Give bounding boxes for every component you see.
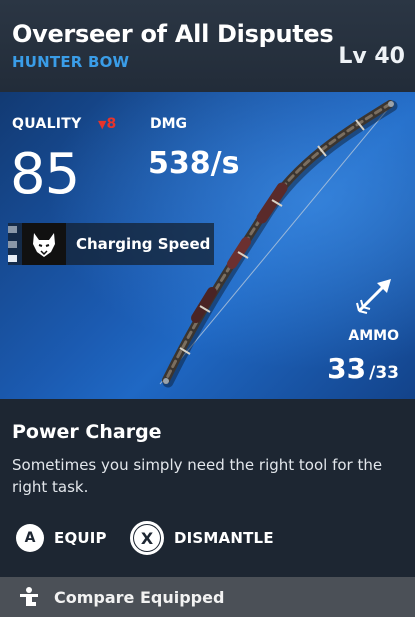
dmg-label: DMG	[150, 116, 188, 132]
perk-level-pip	[8, 226, 17, 233]
item-level: Lv 40	[338, 44, 405, 69]
equip-button[interactable]: A EQUIP	[16, 522, 107, 554]
perk-row[interactable]: Charging Speed	[8, 223, 214, 265]
ability-panel: Power Charge Sometimes you simply need t…	[0, 399, 415, 577]
dmg-value: 538/s	[148, 146, 240, 181]
compare-equipped-label: Compare Equipped	[54, 587, 225, 607]
dismantle-button[interactable]: X DISMANTLE	[130, 521, 274, 555]
item-hero-panel: QUALITY ▼8 85 DMG 538/s Charging Speed A…	[0, 92, 415, 399]
quality-label: QUALITY	[12, 116, 82, 132]
wolf-head-icon	[22, 223, 66, 265]
perk-level-bars	[8, 226, 18, 262]
arrow-icon	[356, 279, 391, 314]
compare-figure-icon	[20, 587, 38, 606]
ammo-count: 33/33	[327, 352, 399, 385]
perk-label: Charging Speed	[76, 235, 211, 253]
ammo-current: 33	[327, 352, 367, 385]
quality-delta: ▼8	[98, 116, 116, 132]
item-name: Overseer of All Disputes	[12, 20, 334, 48]
ammo-max: /33	[369, 363, 399, 383]
a-button-icon: A	[16, 524, 44, 552]
dismantle-label: DISMANTLE	[174, 529, 274, 547]
compare-equipped-bar[interactable]: Compare Equipped	[0, 577, 415, 617]
quality-delta-value: 8	[106, 116, 117, 132]
perk-level-pip	[8, 240, 17, 248]
item-type: HUNTER BOW	[12, 53, 130, 71]
equip-label: EQUIP	[54, 529, 107, 547]
ability-name: Power Charge	[12, 421, 162, 443]
item-card: Overseer of All Disputes HUNTER BOW Lv 4…	[0, 0, 415, 617]
ability-description: Sometimes you simply need the right tool…	[12, 456, 383, 496]
x-button-key: X	[134, 525, 160, 551]
ammo-label: AMMO	[348, 328, 399, 344]
x-button-icon: X	[130, 521, 164, 555]
perk-level-pip	[8, 255, 17, 262]
item-header: Overseer of All Disputes HUNTER BOW Lv 4…	[0, 0, 415, 92]
quality-value: 85	[10, 142, 80, 207]
